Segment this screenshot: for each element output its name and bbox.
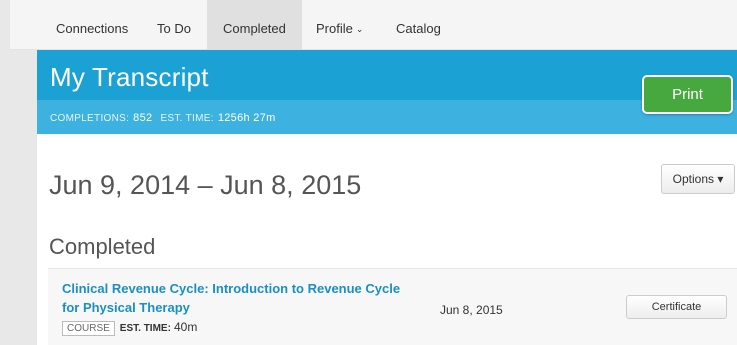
- certificate-button[interactable]: Certificate: [626, 295, 727, 319]
- nav-label: Connections: [56, 21, 129, 36]
- completions-value: 852: [133, 112, 153, 124]
- est-time-label: EST. TIME:: [160, 113, 214, 124]
- transcript-content: Jun 9, 2014 – Jun 8, 2015 Options ▾ Comp…: [37, 134, 737, 345]
- nav-todo[interactable]: To Do: [141, 0, 207, 50]
- completion-date: Jun 8, 2015: [440, 303, 503, 317]
- date-range: Jun 9, 2014 – Jun 8, 2015: [49, 170, 362, 200]
- est-time-value: 40m: [173, 320, 198, 334]
- nav-label: Catalog: [396, 21, 441, 36]
- est-time-label: EST. TIME:: [119, 323, 171, 334]
- nav-completed[interactable]: Completed: [207, 0, 302, 50]
- course-type-badge: COURSE: [62, 321, 115, 336]
- nav-label: Completed: [223, 21, 286, 36]
- nav-connections[interactable]: Connections: [40, 0, 144, 50]
- page-title: My Transcript: [50, 62, 209, 92]
- transcript-stats: COMPLETIONS: 852 EST. TIME: 1256h 27m: [50, 112, 284, 124]
- left-sidebar-strip: [0, 0, 37, 345]
- course-meta: COURSE EST. TIME: 40m: [62, 320, 197, 336]
- nav-catalog[interactable]: Catalog: [380, 0, 457, 50]
- chevron-down-icon: ⌄: [355, 24, 364, 34]
- top-navigation: Connections To Do Completed Profile ⌄ Cat…: [10, 0, 737, 50]
- transcript-header: My Transcript COMPLETIONS: 852 EST. TIME: 1…: [37, 50, 737, 134]
- completions-label: COMPLETIONS:: [50, 113, 130, 124]
- nav-profile[interactable]: Profile ⌄: [300, 0, 379, 50]
- course-title-link[interactable]: Clinical Revenue Cycle: Introduction to …: [62, 279, 402, 317]
- nav-label: Profile: [316, 21, 353, 36]
- nav-label: To Do: [157, 21, 191, 36]
- section-title: Completed: [49, 234, 156, 259]
- est-time-value: 1256h 27m: [217, 112, 276, 124]
- transcript-row: Clinical Revenue Cycle: Introduction to …: [48, 268, 737, 345]
- print-button[interactable]: Print: [642, 75, 733, 114]
- options-dropdown-button[interactable]: Options ▾: [661, 164, 735, 194]
